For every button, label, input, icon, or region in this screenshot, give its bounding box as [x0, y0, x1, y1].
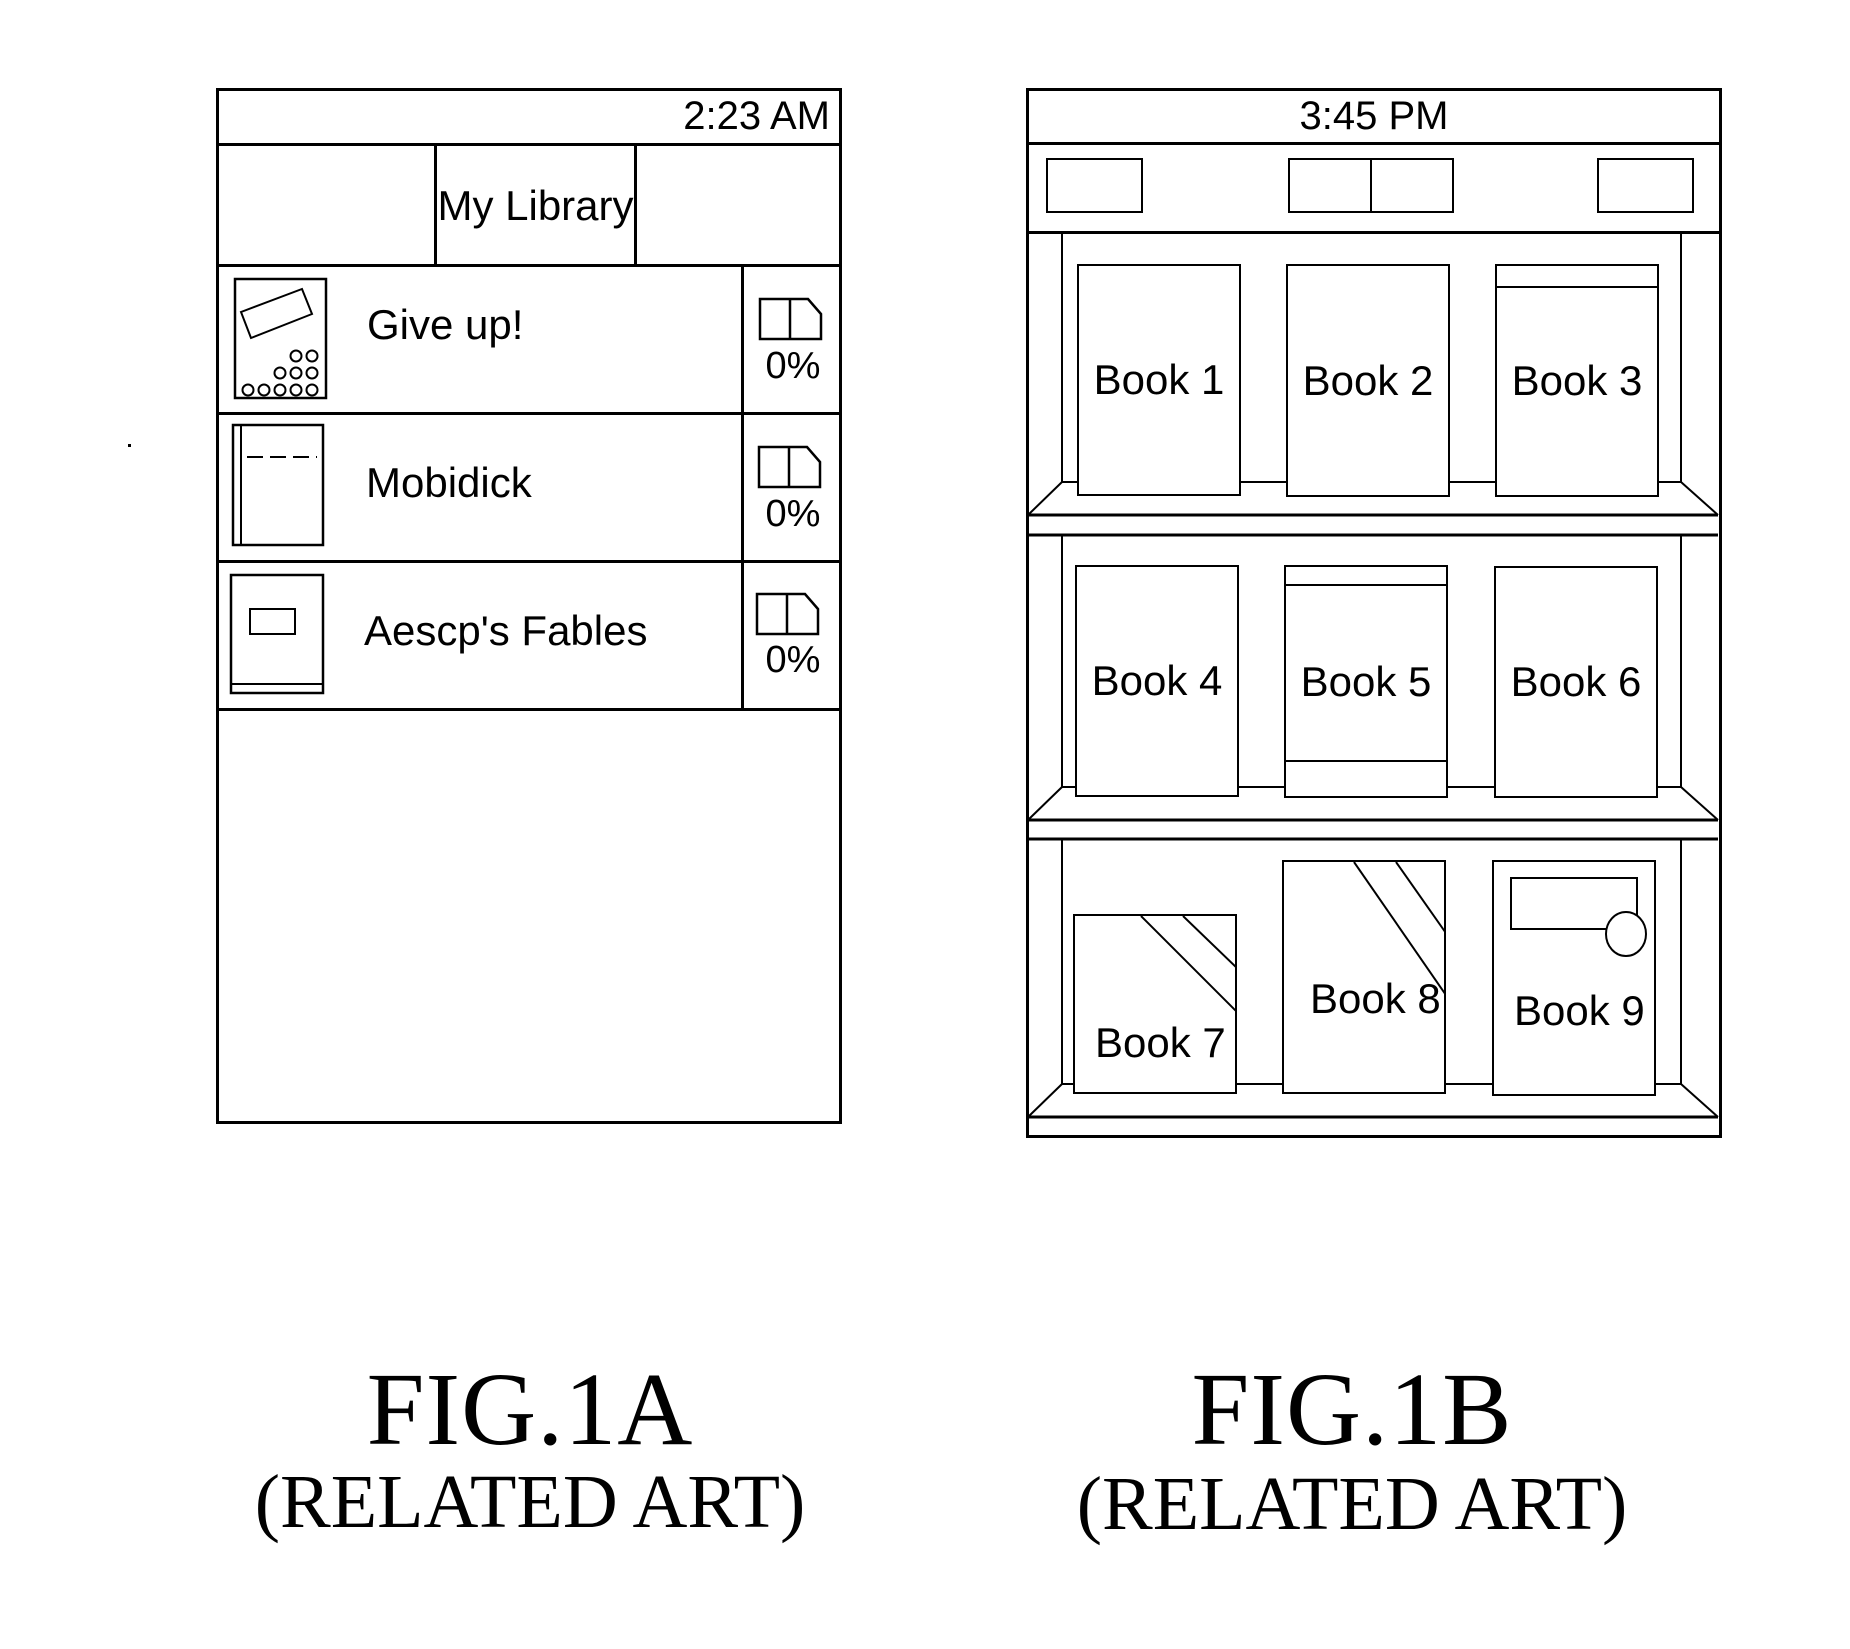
- book-cover-band: [1497, 286, 1657, 288]
- open-book-icon: [758, 297, 823, 341]
- book-item[interactable]: Book 7: [1073, 914, 1237, 1094]
- book-item[interactable]: Book 4: [1075, 565, 1239, 797]
- fig1a-caption: FIG.1A: [366, 1352, 694, 1467]
- fig1a-book-title: Give up!: [367, 301, 524, 348]
- book-item[interactable]: Book 3: [1495, 264, 1659, 497]
- book-title: Book 9: [1514, 987, 1645, 1034]
- fig1a-header-title: My Library: [434, 145, 637, 267]
- book-title: Book 1: [1093, 356, 1225, 403]
- book-title: Book 8: [1310, 975, 1441, 1022]
- book-item[interactable]: Book 8: [1282, 860, 1446, 1094]
- fig1a-status-time: 2:23 AM: [683, 94, 830, 138]
- book-title: Book 4: [1091, 657, 1223, 704]
- fig1a-caption-sub: (RELATED ART): [254, 1460, 806, 1544]
- book-cover-sticker-icon: [1510, 877, 1647, 957]
- fig1a-header-left-button[interactable]: [219, 148, 434, 265]
- fig1a-progress-label: 0%: [765, 493, 821, 535]
- fig1b-caption-sub: (RELATED ART): [1076, 1462, 1628, 1546]
- open-book-icon: [755, 592, 820, 636]
- book-title: Book 3: [1511, 356, 1643, 404]
- book-cover-band: [1286, 584, 1446, 586]
- fig1b-status-time: 3:45 PM: [1299, 94, 1449, 138]
- book-item[interactable]: Book 6: [1494, 566, 1658, 798]
- fig1b-right-button[interactable]: [1597, 158, 1694, 213]
- book-title: Book 6: [1510, 658, 1642, 705]
- fig1a-book-title: Mobidick: [366, 459, 532, 506]
- fig1b-view-toggle-left[interactable]: [1288, 158, 1372, 213]
- fig1b-view-toggle-right[interactable]: [1370, 158, 1454, 213]
- fig1b-caption: FIG.1B: [1191, 1352, 1513, 1467]
- book-title: Book 2: [1302, 356, 1434, 404]
- book-title: Book 5: [1300, 657, 1432, 705]
- fig1a-progress-label: 0%: [765, 345, 821, 387]
- book-cover-tablet-icon: [233, 277, 328, 400]
- book-title: Book 7: [1095, 1019, 1226, 1066]
- book-item[interactable]: Book 9: [1492, 860, 1656, 1096]
- fig1a-progress-label: 0%: [765, 639, 821, 681]
- book-item[interactable]: Book 1: [1077, 264, 1241, 496]
- fig1a-header-right-button[interactable]: [639, 148, 839, 265]
- scan-dot: [128, 444, 131, 447]
- open-book-icon: [757, 445, 822, 489]
- book-cover-band: [1286, 760, 1446, 762]
- book-cover-label-icon: [229, 573, 325, 695]
- book-item[interactable]: Book 2: [1286, 264, 1450, 497]
- fig1b-left-button[interactable]: [1046, 158, 1143, 213]
- book-item[interactable]: Book 5: [1284, 565, 1448, 798]
- book-cover-plain-icon: [231, 423, 325, 547]
- fig1a-book-title: Aescp's Fables: [364, 607, 648, 654]
